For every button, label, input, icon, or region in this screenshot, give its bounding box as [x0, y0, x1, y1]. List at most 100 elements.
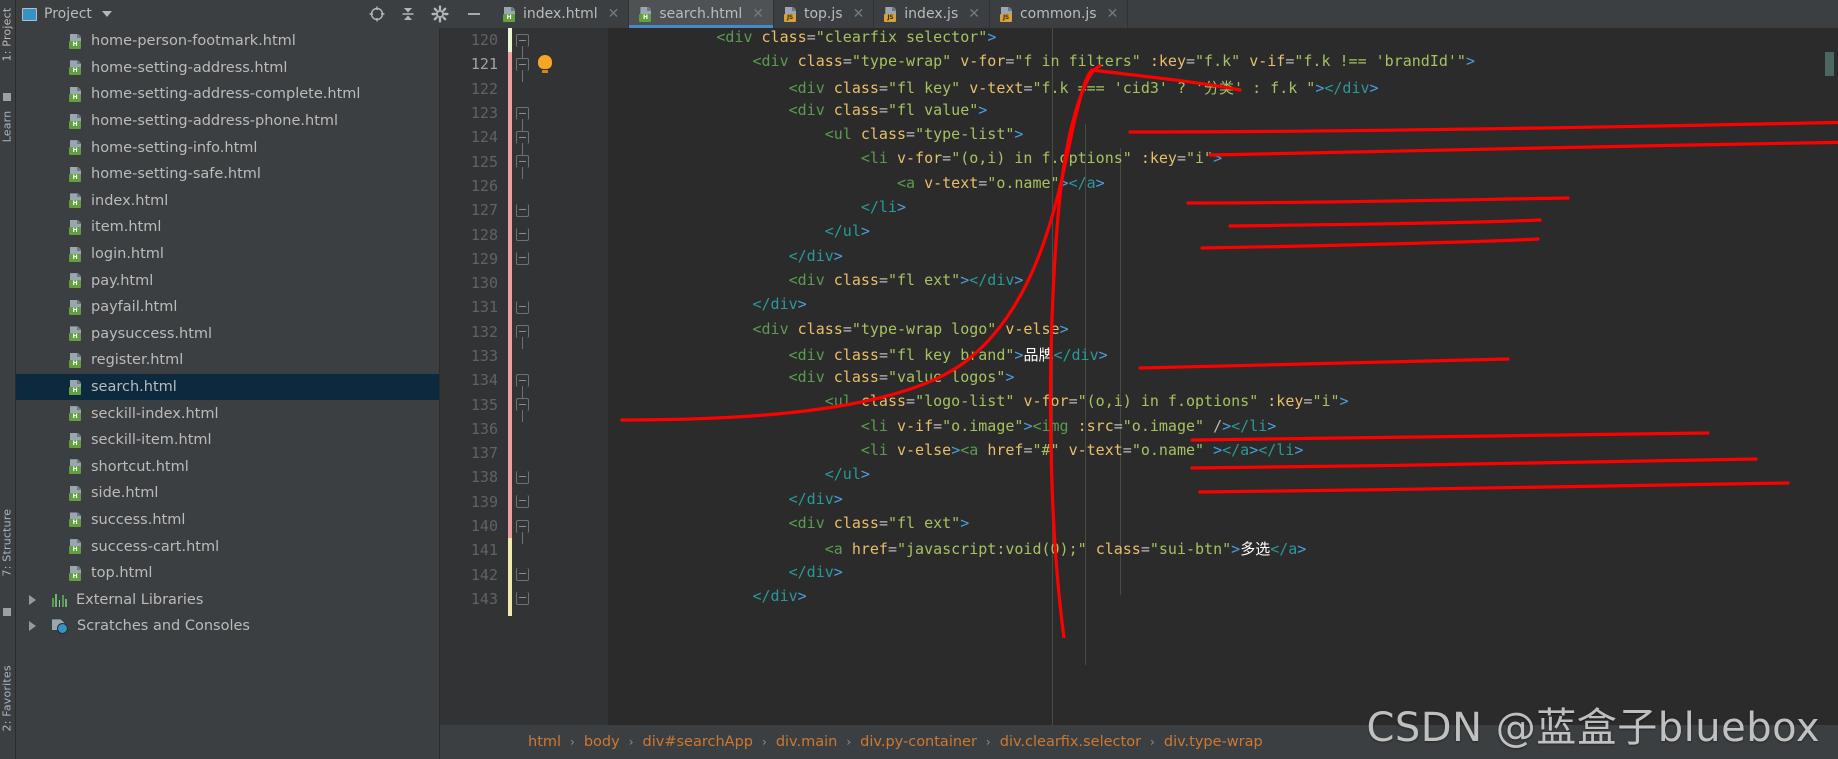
code-line[interactable]: 128 </ul> — [440, 222, 1838, 246]
tree-item-home-person-footmark-html[interactable]: Hhome-person-footmark.html — [15, 28, 439, 55]
settings-gear-icon[interactable] — [431, 5, 449, 23]
tree-item-pay-html[interactable]: Hpay.html — [15, 267, 439, 294]
code-editor[interactable]: 120 <div class="clearfix selector"> 121 <… — [440, 28, 1838, 759]
code-line[interactable]: 139 </div> — [440, 490, 1838, 514]
code-fold-toggle[interactable] — [516, 519, 529, 544]
code-line[interactable]: 142 </div> — [440, 563, 1838, 587]
tree-item-seckill-item-html[interactable]: Hseckill-item.html — [15, 427, 439, 454]
tree-item-top-html[interactable]: Htop.html — [15, 560, 439, 587]
breadcrumb-item[interactable]: body — [582, 734, 622, 750]
tree-item-home-setting-address-complete-html[interactable]: Hhome-setting-address-complete.html — [15, 81, 439, 108]
code-fold-toggle[interactable] — [516, 325, 529, 350]
code-line[interactable]: 123 <div class="fl value"> — [440, 101, 1838, 131]
close-icon[interactable]: ✕ — [752, 6, 764, 22]
tree-item-side-html[interactable]: Hside.html — [15, 480, 439, 507]
tool-tab-project[interactable]: 1: Project — [1, 8, 14, 62]
code-text[interactable]: </div> — [608, 295, 807, 313]
tree-item-home-setting-info-html[interactable]: Hhome-setting-info.html — [15, 134, 439, 161]
tree-node-external-libraries[interactable]: External Libraries — [15, 586, 439, 613]
breadcrumb-item[interactable]: div.clearfix.selector — [998, 734, 1143, 750]
code-text[interactable]: <div class="value logos"> — [608, 368, 1015, 386]
code-fold-toggle[interactable] — [516, 300, 529, 314]
code-text[interactable]: <div class="fl key brand">品牌</div> — [608, 344, 1108, 365]
code-fold-toggle[interactable] — [516, 130, 529, 155]
tree-item-success-cart-html[interactable]: Hsuccess-cart.html — [15, 533, 439, 560]
tree-item-home-setting-address-html[interactable]: Hhome-setting-address.html — [15, 55, 439, 82]
code-fold-toggle[interactable] — [516, 470, 529, 484]
code-text[interactable]: </ul> — [608, 222, 870, 240]
code-text[interactable]: </div> — [608, 247, 843, 265]
code-line[interactable]: 129 </div> — [440, 247, 1838, 271]
code-fold-toggle[interactable] — [516, 592, 529, 606]
code-fold-toggle[interactable] — [516, 568, 529, 582]
code-text[interactable]: <div class="type-wrap logo" v-else> — [608, 320, 1069, 338]
tool-tab-structure[interactable]: 7: Structure — [1, 509, 14, 577]
code-text[interactable]: </li> — [608, 198, 906, 216]
code-text[interactable]: <li v-if="o.image"><img :src="o.image" /… — [608, 417, 1276, 435]
code-text[interactable]: <div class="clearfix selector"> — [608, 28, 996, 46]
code-text[interactable]: </div> — [608, 563, 843, 581]
code-line[interactable]: 132 <div class="type-wrap logo" v-else> — [440, 320, 1838, 350]
code-text[interactable]: <div class="fl value"> — [608, 101, 988, 119]
code-line[interactable]: 138 </ul> — [440, 465, 1838, 489]
code-line[interactable]: 136 <li v-if="o.image"><img :src="o.imag… — [440, 417, 1838, 441]
code-fold-toggle[interactable] — [516, 106, 529, 131]
code-text[interactable]: <li v-for="(o,i) in f.options" :key="i"> — [608, 149, 1222, 167]
code-line[interactable]: 126 <a v-text="o.name"></a> — [440, 174, 1838, 198]
tree-item-register-html[interactable]: Hregister.html — [15, 347, 439, 374]
tool-tab-learn[interactable]: Learn — [1, 102, 14, 152]
code-line[interactable]: 131 </div> — [440, 295, 1838, 319]
code-fold-toggle[interactable] — [516, 495, 529, 509]
code-area[interactable]: 120 <div class="clearfix selector"> 121 <… — [440, 28, 1838, 725]
code-line[interactable]: 121 <div class="type-wrap" v-for="f in f… — [440, 52, 1838, 82]
code-line[interactable]: 125 <li v-for="(o,i) in f.options" :key=… — [440, 149, 1838, 180]
tree-node-scratches-and-consoles[interactable]: Scratches and Consoles — [15, 613, 439, 640]
editor-tab-search-html[interactable]: H search.html ✕ — [629, 0, 774, 28]
collapse-all-icon[interactable] — [399, 5, 417, 23]
minimize-icon[interactable] — [465, 5, 483, 23]
code-text[interactable]: <ul class="logo-list" v-for="(o,i) in f.… — [608, 392, 1349, 410]
code-fold-toggle[interactable] — [516, 57, 529, 82]
code-line[interactable]: 120 <div class="clearfix selector"> — [440, 28, 1838, 58]
code-line[interactable]: 137 <li v-else><a href="#" v-text="o.nam… — [440, 441, 1838, 465]
code-line[interactable]: 124 <ul class="type-list"> — [440, 125, 1838, 155]
tool-tab-favorites[interactable]: 2: Favorites — [1, 665, 14, 731]
code-fold-toggle[interactable] — [516, 228, 529, 242]
editor-tab-index-html[interactable]: H index.html ✕ — [493, 0, 630, 28]
close-icon[interactable]: ✕ — [968, 6, 980, 22]
close-icon[interactable]: ✕ — [853, 6, 865, 22]
tree-item-item-html[interactable]: Hitem.html — [15, 214, 439, 241]
code-text[interactable]: <div class="fl ext"> — [608, 514, 970, 532]
code-line[interactable]: 127 </li> — [440, 198, 1838, 222]
intention-bulb-icon[interactable] — [538, 55, 552, 74]
editor-tab-index-js[interactable]: JS index.js ✕ — [874, 0, 990, 28]
code-fold-toggle[interactable] — [516, 155, 529, 180]
code-line[interactable]: 141 <a href="javascript:void(0);" class=… — [440, 538, 1838, 562]
tree-item-paysuccess-html[interactable]: Hpaysuccess.html — [15, 321, 439, 348]
code-line[interactable]: 135 <ul class="logo-list" v-for="(o,i) i… — [440, 392, 1838, 423]
chevron-right-icon[interactable] — [29, 621, 43, 632]
breadcrumb-item[interactable]: div.main — [774, 734, 840, 750]
code-text[interactable]: </div> — [608, 587, 807, 605]
tree-item-success-html[interactable]: Hsuccess.html — [15, 507, 439, 534]
breadcrumb-item[interactable]: div.py-container — [858, 734, 979, 750]
tree-item-shortcut-html[interactable]: Hshortcut.html — [15, 454, 439, 481]
code-fold-toggle[interactable] — [516, 33, 529, 58]
locate-target-icon[interactable] — [368, 5, 386, 23]
code-text[interactable]: <a v-text="o.name"></a> — [608, 174, 1105, 192]
code-lines[interactable]: 120 <div class="clearfix selector"> 121 <… — [440, 28, 1838, 611]
code-line[interactable]: 134 <div class="value logos"> — [440, 368, 1838, 398]
code-text[interactable]: <div class="type-wrap" v-for="f in filte… — [608, 52, 1476, 70]
breadcrumb-item[interactable]: div#searchApp — [641, 734, 755, 750]
close-icon[interactable]: ✕ — [1107, 6, 1119, 22]
chevron-down-icon[interactable] — [101, 11, 112, 17]
tree-item-login-html[interactable]: Hlogin.html — [15, 241, 439, 268]
code-line[interactable]: 130 <div class="fl ext"></div> — [440, 271, 1838, 295]
code-fold-toggle[interactable] — [516, 373, 529, 398]
code-line[interactable]: 143 </div> — [440, 587, 1838, 611]
editor-tab-top-js[interactable]: JS top.js ✕ — [774, 0, 875, 28]
code-text[interactable]: <li v-else><a href="#" v-text="o.name" >… — [608, 441, 1304, 459]
code-fold-toggle[interactable] — [516, 398, 529, 423]
code-text[interactable]: <a href="javascript:void(0);" class="sui… — [608, 538, 1307, 559]
code-line[interactable]: 122 <div class="fl key" v-text="f.k === … — [440, 77, 1838, 101]
